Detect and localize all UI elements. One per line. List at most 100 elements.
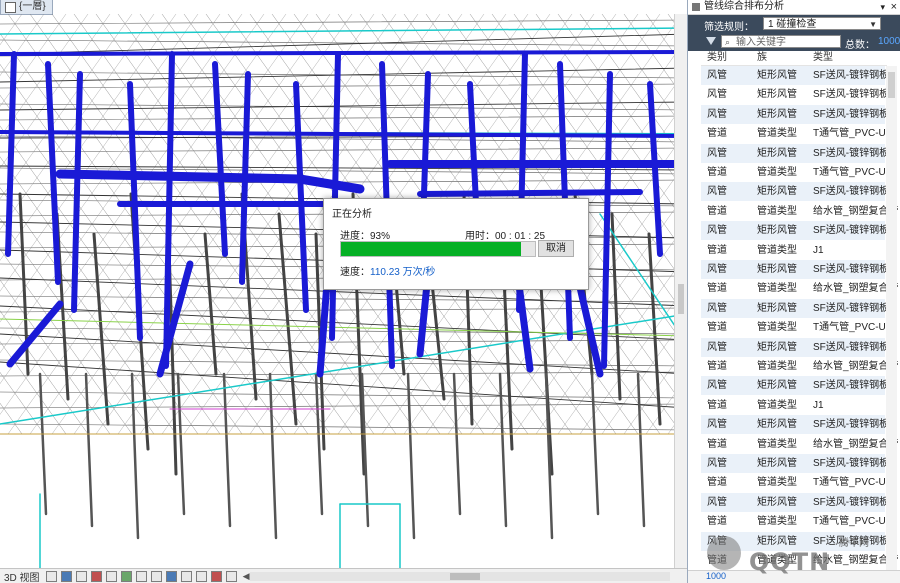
table-row[interactable]: 管道管道类型给水管_钢塑复合管	[701, 435, 899, 454]
analysis-display-icon[interactable]	[210, 570, 222, 582]
panel-app-icon	[692, 3, 700, 11]
row-type: T通气管_PVC-U	[813, 477, 886, 489]
row-category: 风管	[707, 302, 727, 314]
scale-icon[interactable]	[45, 570, 57, 582]
duct	[0, 50, 687, 56]
table-row[interactable]: 风管 矩形风管 SF送风-镀锌钢板	[701, 260, 889, 279]
duct	[6, 300, 64, 368]
table-row[interactable]: 风管 矩形风管 SF送风-镀锌钢板	[701, 415, 889, 435]
row-type: T通气管_PVC-U	[813, 167, 886, 178]
table-row[interactable]: 管道 管道类型 T通气管_PVC-U	[701, 124, 886, 143]
row-category: 风管	[707, 419, 727, 431]
sun-path-icon[interactable]	[90, 570, 102, 582]
column	[590, 372, 600, 516]
watermark-text: QQTN	[749, 548, 831, 576]
table-row[interactable]: 风管 矩形风管 SF送风-镀锌钢板	[701, 454, 889, 473]
cyan-pipe	[0, 27, 687, 35]
table-row[interactable]: 管道 管道类型 T通气管_PVC-U	[701, 473, 886, 492]
row-category: 管道	[707, 516, 727, 528]
model-viewport[interactable]: {一層} 3D 视图 ◀ 正在分析 进度：93% 用时：00 : 01 : 25…	[0, 0, 687, 583]
duct-drop	[212, 61, 228, 257]
row-type: SF送风-镀锌钢板	[813, 264, 890, 275]
table-scroll-thumb[interactable]	[888, 72, 895, 98]
row-family: 矩形风管	[757, 419, 797, 431]
table-row[interactable]: 管道 管道类型 T通气管_PVC-U	[701, 318, 886, 337]
row-type: J1	[813, 399, 824, 411]
speed-value: 110.23 万次/秒	[370, 267, 436, 278]
highlight-icon[interactable]	[225, 570, 237, 582]
horizontal-scroll-thumb[interactable]	[450, 573, 480, 580]
table-row[interactable]: 管道管道类型给水管_钢塑复合管	[701, 279, 899, 298]
row-category: 风管	[707, 147, 727, 159]
row-family: 矩形风管	[757, 147, 797, 159]
table-row[interactable]: 管道 管道类型 J1	[701, 396, 885, 415]
total-label: 总数：	[845, 40, 875, 51]
lock-view-icon[interactable]	[165, 570, 177, 582]
result-table-header: 类别 族 类型	[701, 51, 887, 66]
table-scrollbar[interactable]	[886, 66, 897, 571]
close-icon[interactable]: ×	[891, 0, 897, 14]
truss-chord	[0, 39, 687, 47]
row-family: 管道类型	[757, 399, 797, 411]
show-crop-icon[interactable]	[150, 570, 162, 582]
filter-rule-select[interactable]: 1 碰撞检查 ▼	[763, 17, 881, 30]
truss-diagonal	[0, 14, 221, 323]
row-category: 风管	[707, 225, 727, 237]
row-type: SF送风-镀锌钢板	[813, 225, 890, 237]
search-input[interactable]: ⌕ 输入关键字	[721, 35, 841, 48]
row-type: SF送风-镀锌钢板	[813, 147, 890, 159]
shadows-icon[interactable]	[105, 570, 117, 582]
row-category: 风管	[707, 341, 727, 353]
detail-level-icon[interactable]	[60, 570, 72, 582]
table-row[interactable]: 风管 矩形风管 SF送风-镀锌钢板	[701, 492, 889, 512]
table-row[interactable]: 管道 管道类型 T通气管_PVC-U	[701, 163, 886, 182]
table-row[interactable]: 风管 矩形风管 SF送风-镀锌钢板	[701, 182, 889, 202]
vertical-scroll-thumb[interactable]	[678, 284, 684, 314]
duct	[55, 169, 305, 184]
visual-style-icon[interactable]	[75, 570, 87, 582]
panel-pin-icon[interactable]: ▾	[880, 0, 885, 14]
view-control-bar: 3D 视图 ◀	[0, 568, 687, 583]
table-row[interactable]: 风管 矩形风管 SF送风-镀锌钢板	[701, 376, 889, 396]
progress-percent-label: 进度：93%	[340, 231, 391, 242]
render-icon[interactable]	[120, 570, 132, 582]
column	[84, 372, 94, 528]
view-tab[interactable]: {一層}	[0, 0, 53, 15]
mep-3d-model[interactable]	[0, 14, 687, 569]
column-header-family[interactable]: 族	[757, 51, 767, 65]
reveal-hidden-icon[interactable]	[195, 570, 207, 582]
row-family: 管道类型	[757, 283, 797, 295]
row-family: 管道类型	[757, 322, 797, 334]
row-category: 管道	[707, 244, 727, 256]
filter-rule-row: 筛选规则： 1 碰撞检查 ▼	[688, 15, 900, 33]
table-row[interactable]: 管道管道类型给水管_钢塑复合管	[701, 202, 899, 221]
row-family: 矩形风管	[757, 186, 797, 198]
column-header-type[interactable]: 类型	[813, 51, 833, 65]
cancel-button[interactable]: 取消	[538, 240, 574, 257]
table-row[interactable]: 风管 矩形风管 SF送风-镀锌钢板	[701, 337, 889, 357]
row-family: 矩形风管	[757, 108, 797, 120]
table-row[interactable]: 风管 矩形风管 SF送风-镀锌钢板	[701, 221, 889, 241]
scroll-left-arrow-icon[interactable]: ◀	[243, 571, 250, 582]
table-row[interactable]: 风管 矩形风管 SF送风-镀锌钢板	[701, 85, 889, 104]
table-row[interactable]: 风管 矩形风管 SF送风-镀锌钢板	[701, 104, 889, 124]
table-row[interactable]: 管道管道类型给水管_钢塑复合管	[701, 357, 899, 376]
panel-title-bar: 管线综合排布分析 ▾ ×	[688, 0, 900, 15]
view-tab-label: {一層}	[19, 1, 46, 12]
column-header-category[interactable]: 类别	[707, 51, 727, 65]
row-type: SF送风-镀锌钢板	[813, 380, 890, 392]
table-row[interactable]: 管道 管道类型 T通气管_PVC-U	[701, 512, 886, 531]
viewport-horizontal-scrollbar[interactable]	[250, 572, 670, 581]
filter-funnel-icon[interactable]	[706, 37, 716, 45]
temporary-hide-icon[interactable]	[180, 570, 192, 582]
row-family: 管道类型	[757, 361, 797, 372]
crop-view-icon[interactable]	[135, 570, 147, 582]
table-row[interactable]: 风管 矩形风管 SF送风-镀锌钢板	[701, 298, 889, 318]
table-row[interactable]: 风管 矩形风管 SF送风-镀锌钢板	[701, 143, 889, 163]
table-row[interactable]: 风管 矩形风管 SF送风-镀锌钢板	[701, 66, 889, 85]
row-family: 管道类型	[757, 128, 797, 140]
row-type: J1	[813, 244, 824, 256]
watermark-logo-icon	[707, 536, 741, 570]
table-row[interactable]: 管道 管道类型 J1	[701, 241, 885, 260]
viewport-vertical-scrollbar[interactable]	[674, 14, 687, 569]
